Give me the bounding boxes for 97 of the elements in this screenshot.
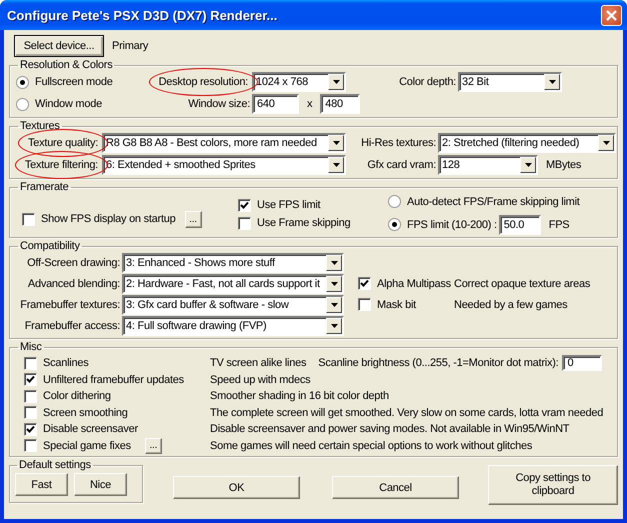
radio-button[interactable]: [388, 195, 401, 208]
field-label: Off-Screen drawing:: [27, 256, 120, 268]
group-title: Textures: [19, 120, 61, 132]
radio-button[interactable]: [16, 98, 29, 110]
copy-settings-button[interactable]: Copy settings to clipboard: [488, 465, 618, 505]
texture-dropdown[interactable]: 128: [438, 155, 538, 175]
checkbox-label: Screen smoothing: [43, 406, 128, 419]
checkbox[interactable]: [24, 422, 37, 436]
field-label: Hi-Res textures:: [361, 137, 436, 149]
checkbox[interactable]: [22, 212, 35, 226]
window-title: Configure Pete's PSX D3D (DX7) Renderer...: [7, 8, 278, 22]
height-field[interactable]: 480: [320, 94, 360, 114]
checkbox-option[interactable]: Alpha Multipass: [358, 277, 452, 290]
field-label: Desktop resolution:: [158, 76, 248, 88]
option-description: The complete screen will get smoothed. Very slow on some cards, lotta vram needed: [210, 406, 604, 419]
option-description: Some games will need certain special options to work without glitches: [210, 440, 532, 452]
preset-button[interactable]: Fast: [15, 473, 68, 496]
radio-label: Fullscreen mode: [35, 76, 113, 88]
group-title: Compatibility: [19, 240, 81, 252]
radio-label: FPS limit (10-200) :: [407, 218, 497, 230]
checkbox-label: Mask bit: [377, 298, 416, 310]
compatibility-dropdown[interactable]: 4: Full software drawing (FVP): [122, 316, 344, 336]
texture-dropdown[interactable]: 2: Stretched (filtering needed): [438, 133, 616, 153]
checkbox-option[interactable]: Mask bit: [358, 298, 452, 311]
checkbox[interactable]: [238, 216, 251, 230]
checkbox-option[interactable]: Disable screensaver: [24, 422, 138, 436]
option-description: Needed by a few games: [454, 298, 568, 310]
checkbox-label: Use FPS limit: [257, 199, 320, 211]
checkbox-option[interactable]: Special game fixes: [24, 439, 131, 452]
preset-button[interactable]: Nice: [74, 473, 127, 496]
fps-field[interactable]: 50.0: [498, 214, 541, 234]
checkbox-option[interactable]: Screen smoothing: [24, 406, 128, 420]
radio-label: Window mode: [35, 98, 102, 110]
unit-label: FPS: [548, 218, 570, 230]
checkbox[interactable]: [238, 198, 251, 212]
checkbox-option[interactable]: Scanlines: [24, 356, 88, 370]
field-label: Texture quality:: [28, 137, 98, 149]
device-name: Primary: [112, 40, 148, 52]
option-description: Correct opaque texture areas: [454, 278, 592, 290]
field-label: Scanline brightness (0...255, -1=Monitor dot matrix):: [318, 357, 558, 370]
radio-option[interactable]: FPS limit (10-200) :: [388, 218, 497, 231]
field-label: Gfx card vram:: [367, 159, 436, 171]
checkbox[interactable]: [358, 277, 371, 290]
checkbox[interactable]: [24, 373, 37, 386]
compatibility-dropdown[interactable]: 2: Hardware - Fast, not all cards support it: [122, 274, 344, 294]
compatibility-dropdown[interactable]: 3: Gfx card buffer & software - slow: [122, 294, 344, 314]
checkbox-label: Special game fixes: [43, 440, 131, 452]
option-description: Smoother shading in 16 bit color depth: [210, 390, 389, 402]
checkbox[interactable]: [24, 406, 37, 420]
color-depth-dropdown[interactable]: 32 Bit: [458, 72, 562, 92]
close-button[interactable]: [601, 4, 622, 26]
checkbox-label: Color dithering: [43, 390, 111, 402]
select-device-button[interactable]: Select device...: [14, 35, 104, 57]
checkbox[interactable]: [24, 390, 37, 403]
radio-label: Auto-detect FPS/Frame skipping limit: [407, 196, 580, 208]
radio-option[interactable]: Fullscreen mode: [16, 76, 140, 88]
field-label: Window size:: [188, 98, 250, 110]
group-title: Resolution & Colors: [19, 59, 114, 71]
radio-button[interactable]: [388, 218, 401, 231]
group-title: Default settings: [18, 459, 92, 471]
checkbox-label: Use Frame skipping: [257, 217, 350, 229]
checkbox-label: Show FPS display on startup: [41, 213, 176, 225]
checkbox[interactable]: [358, 298, 371, 311]
unit-label: MBytes: [546, 159, 582, 171]
checkbox-option[interactable]: Color dithering: [24, 390, 111, 403]
dialog-button[interactable]: Cancel: [332, 476, 459, 499]
field-label: Framebuffer textures:: [20, 298, 120, 310]
compatibility-dropdown[interactable]: 3: Enhanced - Shows more stuff: [122, 252, 344, 272]
options-button[interactable]: ...: [184, 210, 202, 228]
group-title: Framerate: [19, 181, 70, 193]
checkbox-option[interactable]: Use FPS limit: [238, 198, 388, 212]
field-label: Texture filtering:: [24, 159, 98, 171]
dialog-button[interactable]: OK: [173, 476, 300, 499]
option-description: TV screen alike lines: [210, 357, 306, 370]
width-field[interactable]: 640: [252, 94, 299, 114]
option-description: Disable screensaver and power saving modes. Not available in Win95/WinNT: [210, 423, 570, 436]
brightness-field[interactable]: 0: [562, 355, 602, 372]
checkbox-label: Scanlines: [43, 357, 88, 370]
checkbox[interactable]: [24, 356, 37, 370]
close-icon: [605, 8, 618, 22]
group-title: Misc: [19, 341, 43, 353]
size-separator: x: [307, 98, 312, 110]
checkbox-label: Disable screensaver: [43, 423, 138, 436]
field-label: Framebuffer access:: [24, 320, 120, 332]
field-label: Color depth:: [399, 76, 456, 88]
checkbox[interactable]: [24, 439, 37, 452]
radio-option[interactable]: Auto-detect FPS/Frame skipping limit: [388, 195, 580, 208]
checkbox-label: Unfiltered framebuffer updates: [43, 374, 184, 386]
checkbox-option[interactable]: Show FPS display on startup: [22, 212, 176, 226]
option-description: Speed up with mdecs: [210, 374, 310, 386]
options-button[interactable]: ...: [144, 438, 162, 454]
radio-option[interactable]: Window mode: [16, 98, 140, 110]
field-label: Advanced blending:: [28, 278, 120, 290]
checkbox-label: Alpha Multipass: [377, 278, 451, 290]
radio-button[interactable]: [16, 76, 29, 88]
checkbox-option[interactable]: Use Frame skipping: [238, 216, 388, 230]
checkbox-option[interactable]: Unfiltered framebuffer updates: [24, 373, 184, 386]
